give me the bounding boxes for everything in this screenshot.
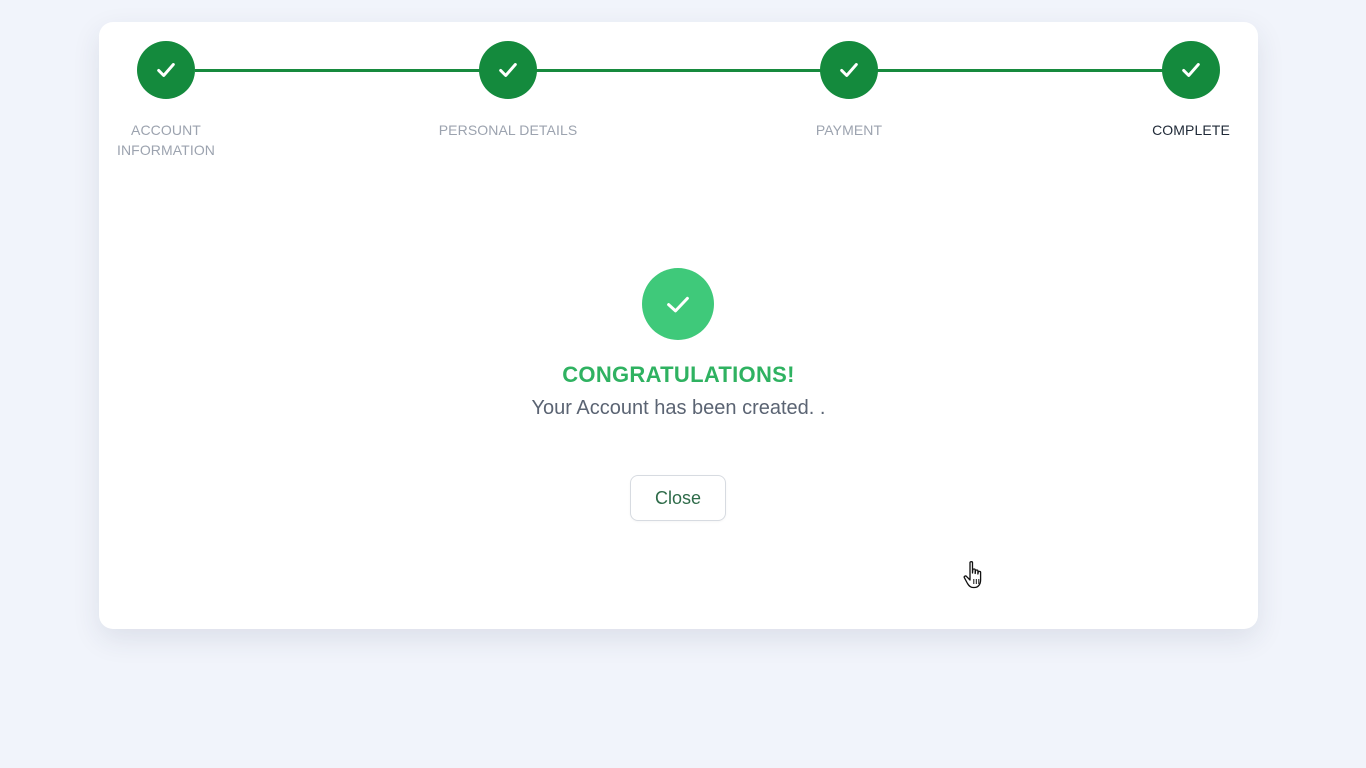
step-connector-3 bbox=[877, 69, 1163, 72]
checkmark-icon bbox=[499, 63, 517, 77]
step-1-label-line2: INFORMATION bbox=[116, 142, 216, 158]
step-connector-2 bbox=[536, 69, 821, 72]
hand-pointer-cursor-icon bbox=[963, 561, 982, 589]
step-3-label: PAYMENT bbox=[749, 120, 949, 140]
step-3-indicator[interactable] bbox=[820, 41, 878, 99]
checkmark-icon bbox=[667, 296, 689, 313]
step-1-label-line1: ACCOUNT bbox=[131, 122, 201, 138]
success-message: Your Account has been created. . bbox=[531, 397, 826, 419]
step-1-label: ACCOUNT INFORMATION bbox=[66, 120, 266, 160]
checkmark-icon bbox=[1182, 63, 1200, 77]
progress-stepper: ACCOUNT INFORMATION PERSONAL DETAILS PAY… bbox=[99, 22, 1258, 182]
step-4-indicator[interactable] bbox=[1162, 41, 1220, 99]
step-connector-1 bbox=[195, 69, 480, 72]
step-1-indicator[interactable] bbox=[137, 41, 195, 99]
step-4-label: COMPLETE bbox=[1091, 120, 1291, 140]
close-button[interactable]: Close bbox=[630, 475, 726, 521]
step-2-label-line1: PERSONAL DETAILS bbox=[438, 122, 578, 138]
success-checkmark-icon bbox=[642, 268, 714, 340]
wizard-card: ACCOUNT INFORMATION PERSONAL DETAILS PAY… bbox=[99, 22, 1258, 629]
step-3-label-line1: PAYMENT bbox=[815, 122, 883, 138]
checkmark-icon bbox=[840, 63, 858, 77]
step-2-indicator[interactable] bbox=[479, 41, 537, 99]
success-title: CONGRATULATIONS! bbox=[562, 362, 795, 387]
checkmark-icon bbox=[157, 63, 175, 77]
step-2-label: PERSONAL DETAILS bbox=[408, 120, 608, 140]
step-4-label-line1: COMPLETE bbox=[1152, 122, 1230, 138]
